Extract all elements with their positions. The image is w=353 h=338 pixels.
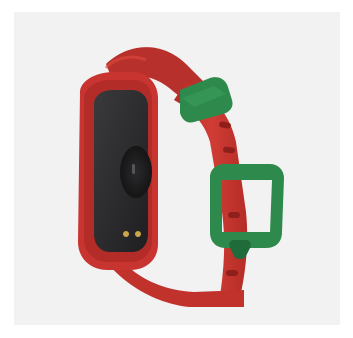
heart-rate-sensor	[120, 146, 152, 198]
image-frame	[0, 0, 353, 338]
fitness-band-image	[78, 47, 284, 307]
green-buckle	[210, 164, 284, 248]
